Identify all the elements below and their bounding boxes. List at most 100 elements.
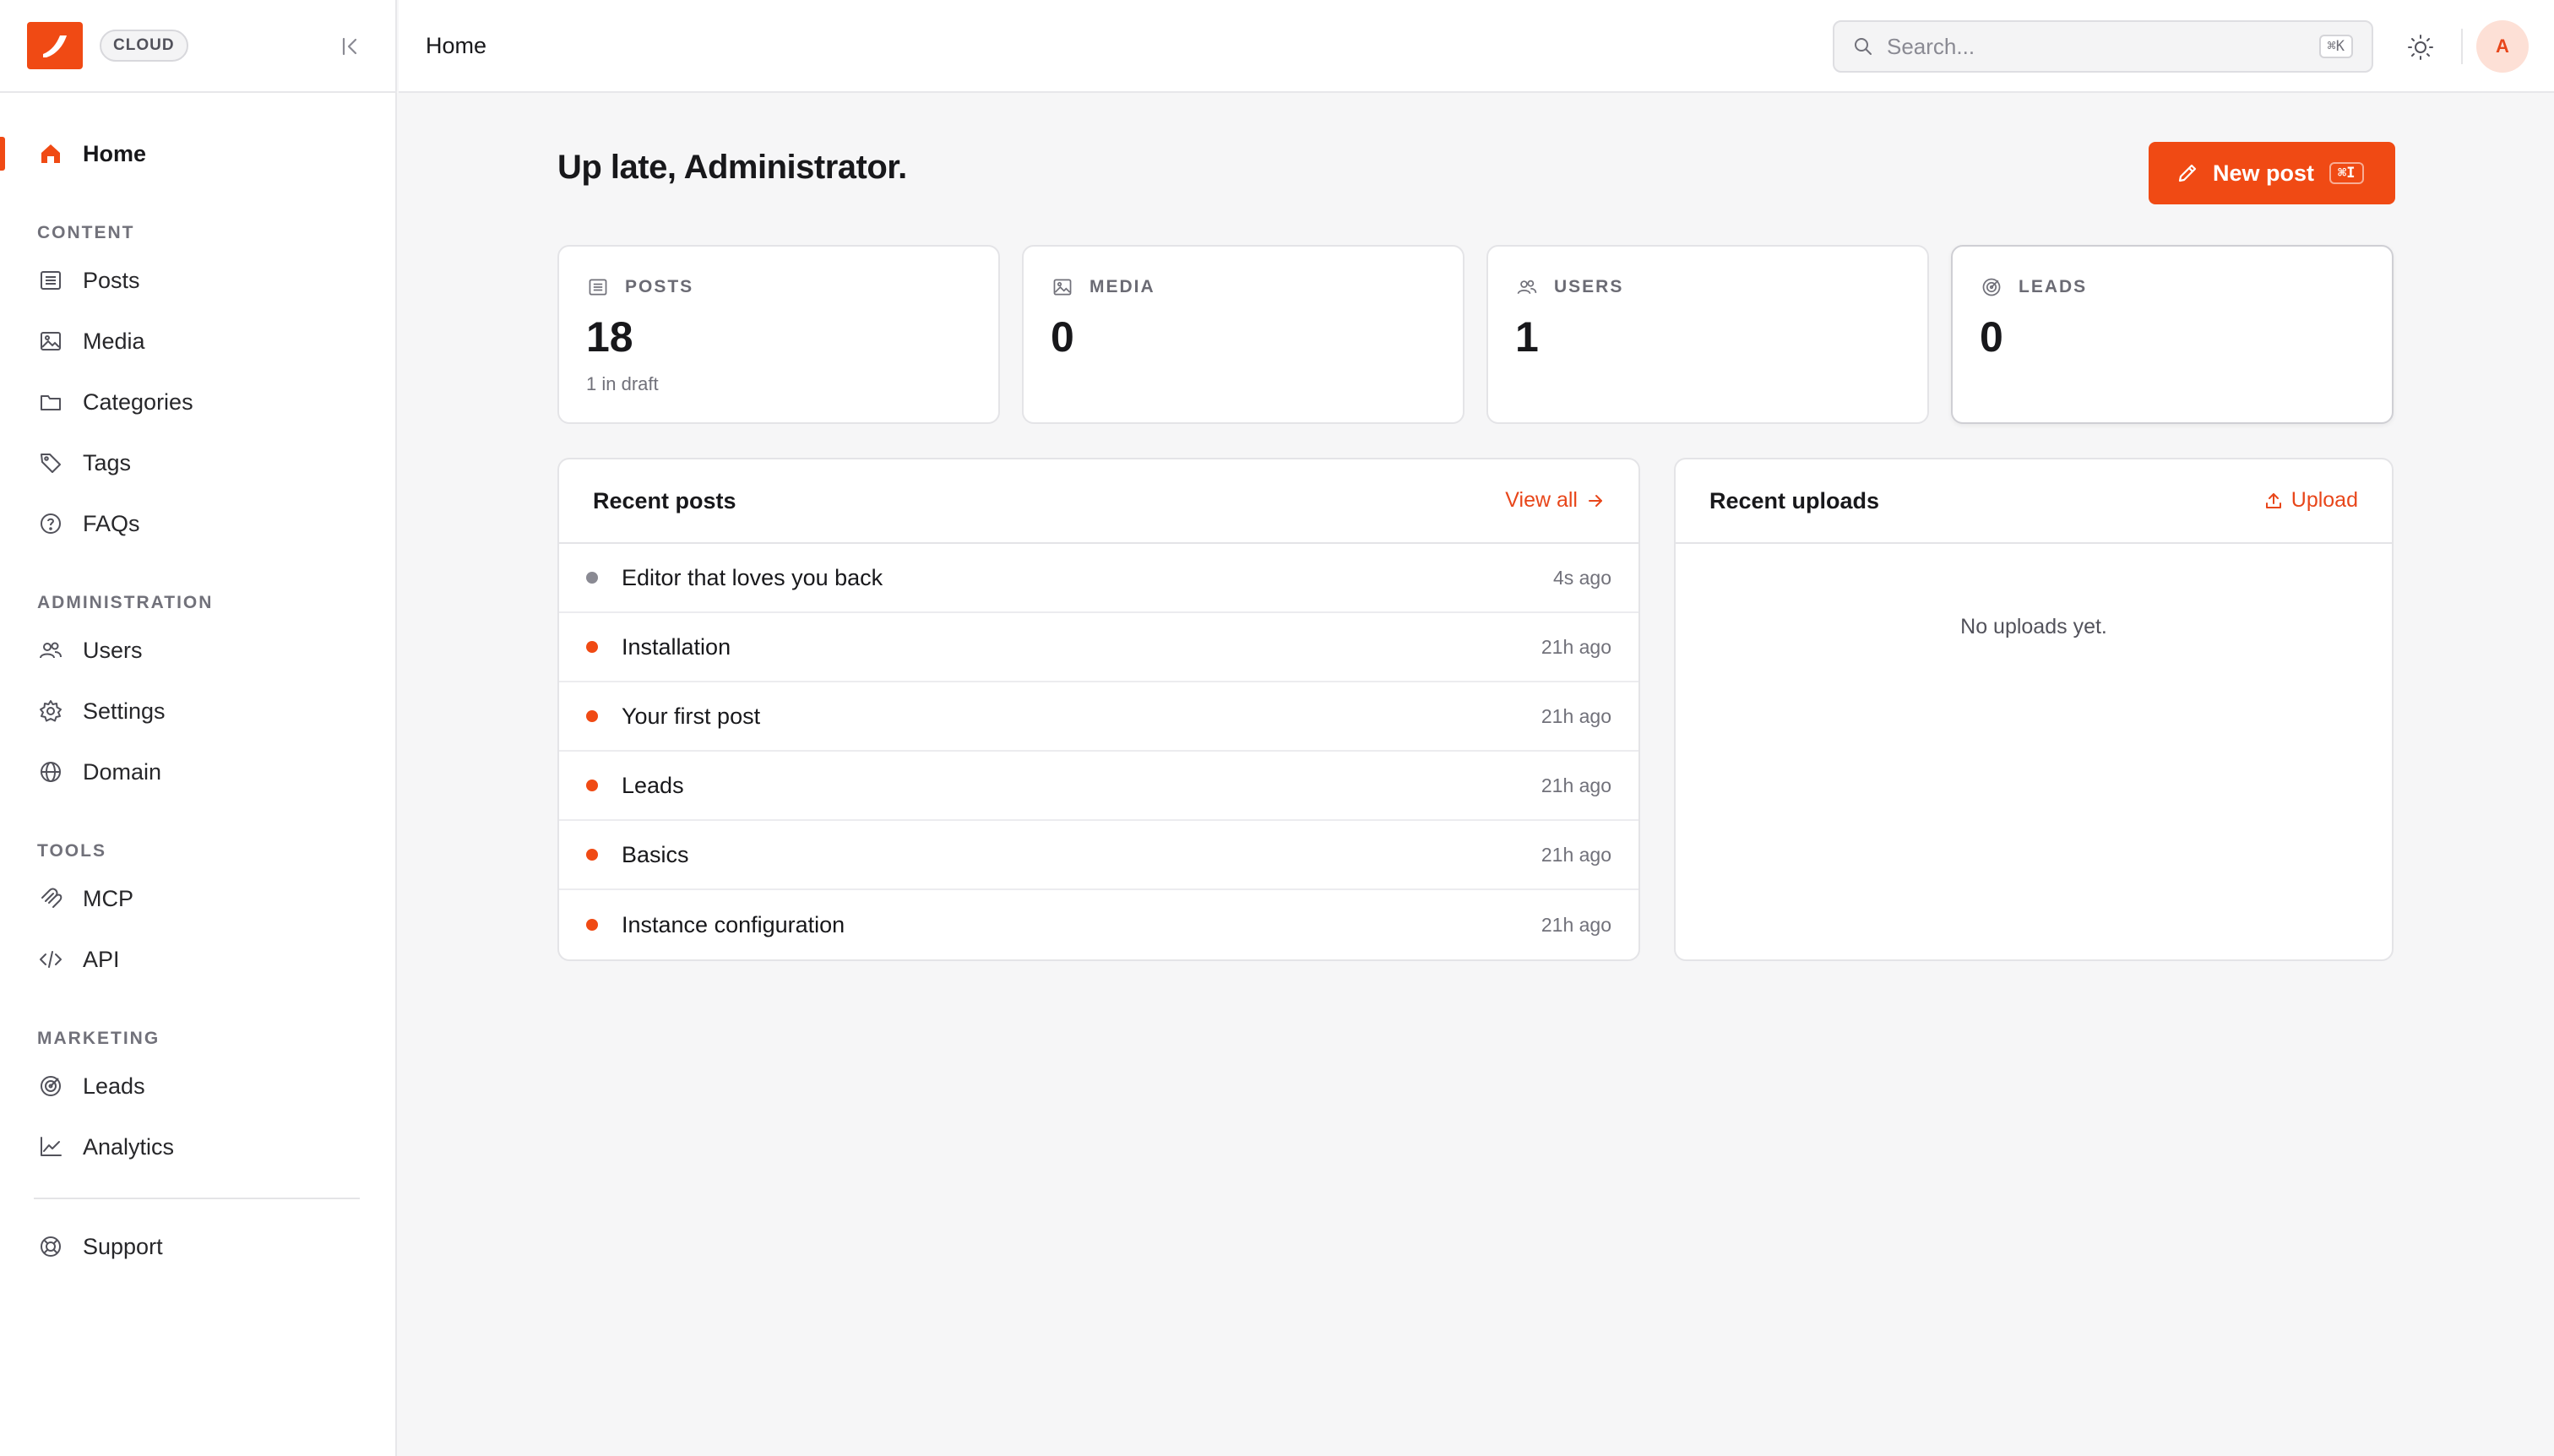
search-icon xyxy=(1855,38,1872,55)
table-row[interactable]: Your first post 21h ago xyxy=(559,682,1638,752)
stat-value: 1 xyxy=(1515,313,1539,361)
sidebar-item-domain[interactable]: Domain xyxy=(0,742,395,802)
empty-state-text: No uploads yet. xyxy=(1960,615,2107,638)
sidebar-item-leads[interactable]: Leads xyxy=(0,1056,395,1116)
recent-uploads-panel: Recent uploads Upload No uploads yet. xyxy=(1674,458,2394,961)
search-input[interactable]: Search... ⌘K xyxy=(1833,20,2373,73)
panel-title: Recent uploads xyxy=(1709,487,1880,513)
table-row[interactable]: Leads 21h ago xyxy=(559,752,1638,821)
new-post-label: New post xyxy=(2213,160,2315,186)
sidebar-item-media[interactable]: Media xyxy=(0,311,395,372)
upload-icon xyxy=(2265,492,2281,508)
post-title: Basics xyxy=(622,841,689,867)
users-icon xyxy=(37,637,64,664)
sidebar-item-posts[interactable]: Posts xyxy=(0,250,395,311)
section-label-content: CONTENT xyxy=(37,223,135,242)
tag-icon xyxy=(37,449,64,476)
post-title: Editor that loves you back xyxy=(622,564,883,590)
home-icon xyxy=(37,140,64,167)
stat-card-media[interactable]: MEDIA 0 xyxy=(1022,245,1464,424)
document-icon xyxy=(586,275,610,299)
new-post-shortcut: ⌘I xyxy=(2329,162,2364,184)
sidebar-item-categories[interactable]: Categories xyxy=(0,372,395,432)
sidebar-item-label: Media xyxy=(83,328,145,354)
sidebar-item-api[interactable]: API xyxy=(0,929,395,990)
collapse-left-icon xyxy=(342,37,357,56)
view-all-label: View all xyxy=(1505,488,1578,512)
sidebar-item-label: Tags xyxy=(83,449,132,475)
sun-icon xyxy=(2408,35,2433,60)
app-logo[interactable] xyxy=(27,22,83,69)
sidebar-item-label: MCP xyxy=(83,885,133,911)
sidebar-item-users[interactable]: Users xyxy=(0,620,395,681)
table-row[interactable]: Instance configuration 21h ago xyxy=(559,890,1638,959)
status-dot xyxy=(586,849,598,861)
stat-value: 18 xyxy=(586,313,633,361)
gear-icon xyxy=(37,698,64,725)
plan-badge: CLOUD xyxy=(100,30,188,62)
recent-posts-list: Editor that loves you back 4s ago Installa… xyxy=(559,544,1638,959)
logo-mark-icon xyxy=(43,35,67,57)
stat-label: POSTS xyxy=(625,277,694,296)
new-post-button[interactable]: New post ⌘I xyxy=(2149,142,2395,204)
image-icon xyxy=(1051,275,1074,299)
post-title: Leads xyxy=(622,772,684,798)
sidebar-item-faqs[interactable]: FAQs xyxy=(0,493,395,554)
section-label-marketing: MARKETING xyxy=(37,1029,160,1048)
lifebuoy-icon xyxy=(37,1233,64,1260)
sidebar-header: CLOUD xyxy=(0,0,395,93)
target-icon xyxy=(37,1073,64,1100)
sidebar-item-home[interactable]: Home xyxy=(0,123,395,184)
stat-card-leads[interactable]: LEADS 0 xyxy=(1951,245,2394,424)
image-icon xyxy=(37,328,64,355)
post-title: Your first post xyxy=(622,703,761,729)
table-row[interactable]: Installation 21h ago xyxy=(559,613,1638,682)
recent-posts-panel: Recent posts View all Editor that loves … xyxy=(557,458,1640,961)
upload-link[interactable]: Upload xyxy=(2264,488,2358,513)
document-icon xyxy=(37,267,64,294)
sidebar-item-label: Analytics xyxy=(83,1133,175,1160)
sidebar-item-label: Leads xyxy=(83,1073,145,1099)
table-row[interactable]: Basics 21h ago xyxy=(559,821,1638,890)
sidebar-item-label: FAQs xyxy=(83,510,140,536)
breadcrumb[interactable]: Home xyxy=(426,33,486,59)
section-label-administration: ADMINISTRATION xyxy=(37,593,214,612)
view-all-link[interactable]: View all xyxy=(1505,488,1605,513)
theme-toggle-button[interactable] xyxy=(2404,30,2437,64)
stat-label: MEDIA xyxy=(1090,277,1155,296)
post-title: Instance configuration xyxy=(622,911,845,937)
mcp-icon xyxy=(37,885,64,912)
sidebar-item-label: Support xyxy=(83,1233,163,1259)
table-row[interactable]: Editor that loves you back 4s ago xyxy=(559,544,1638,613)
sidebar-item-label: Categories xyxy=(83,388,193,415)
post-timestamp: 21h ago xyxy=(1541,704,1611,727)
sidebar-item-analytics[interactable]: Analytics xyxy=(0,1116,395,1177)
pencil-icon xyxy=(2178,164,2197,182)
arrow-right-icon xyxy=(1589,494,1602,507)
collapse-sidebar-button[interactable] xyxy=(336,32,365,61)
globe-icon xyxy=(37,758,64,785)
search-shortcut: ⌘K xyxy=(2318,35,2353,58)
avatar[interactable]: A xyxy=(2476,20,2529,73)
topbar-divider xyxy=(2461,29,2463,64)
sidebar: CLOUD Home CONTENT Posts Media Categorie… xyxy=(0,0,397,1456)
sidebar-item-settings[interactable]: Settings xyxy=(0,681,395,742)
code-icon xyxy=(37,946,64,973)
stat-label: USERS xyxy=(1554,277,1624,296)
stat-card-users[interactable]: USERS 1 xyxy=(1486,245,1929,424)
help-circle-icon xyxy=(37,510,64,537)
page-title: Up late, Administrator. xyxy=(557,149,907,186)
folder-icon xyxy=(37,388,64,416)
sidebar-item-mcp[interactable]: MCP xyxy=(0,868,395,929)
status-dot xyxy=(586,641,598,653)
sidebar-divider xyxy=(34,1198,360,1199)
stat-card-posts[interactable]: POSTS 18 1 in draft xyxy=(557,245,1000,424)
sidebar-item-label: Domain xyxy=(83,758,162,785)
sidebar-item-support[interactable]: Support xyxy=(0,1216,395,1277)
post-timestamp: 21h ago xyxy=(1541,774,1611,796)
stat-value: 0 xyxy=(1980,313,2003,361)
sidebar-item-tags[interactable]: Tags xyxy=(0,432,395,493)
target-icon xyxy=(1980,275,2003,299)
section-label-tools: TOOLS xyxy=(37,841,106,861)
post-timestamp: 21h ago xyxy=(1541,843,1611,866)
